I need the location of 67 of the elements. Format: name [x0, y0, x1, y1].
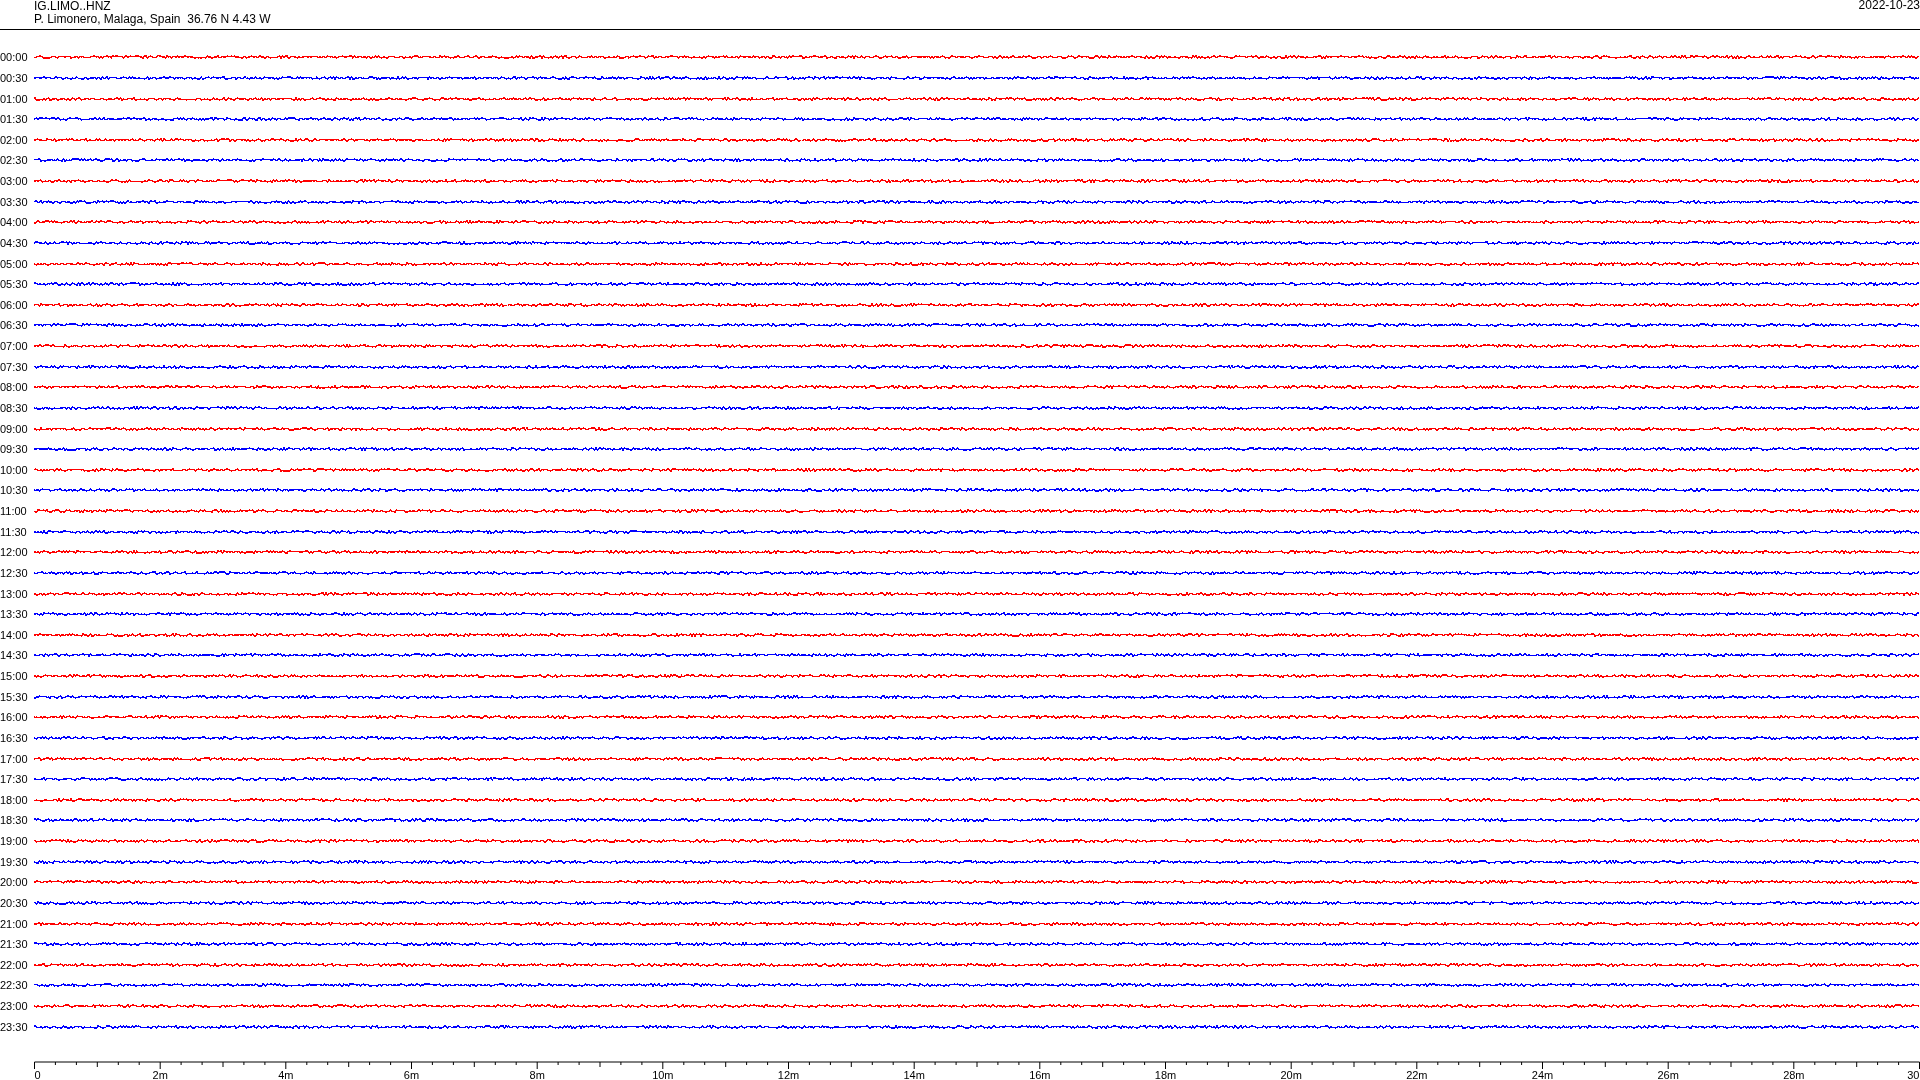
time-label: 01:30 [0, 113, 29, 126]
date-label: 2022-10-23 [1858, 0, 1920, 12]
time-label: 20:30 [0, 896, 29, 909]
time-label: 09:00 [0, 422, 29, 435]
time-label: 08:30 [0, 401, 29, 414]
time-label: 04:30 [0, 236, 29, 249]
time-label: 12:00 [0, 546, 29, 559]
time-label: 07:30 [0, 360, 29, 373]
axis-label: 26m [1657, 1069, 1679, 1080]
axis-label: 18m [1154, 1069, 1177, 1080]
axis-label: 20m [1280, 1069, 1302, 1080]
time-label: 18:30 [0, 814, 29, 827]
time-label: 15:30 [0, 690, 29, 703]
time-label: 16:30 [0, 731, 29, 744]
axis-label: 28m [1783, 1069, 1805, 1080]
time-label: 15:00 [0, 670, 29, 683]
time-label: 04:00 [0, 216, 29, 229]
axis-label: 2m [152, 1069, 168, 1080]
time-label: 23:00 [0, 1000, 29, 1013]
axis-label: 22m [1406, 1069, 1428, 1080]
axis-label: 8m [529, 1069, 545, 1080]
time-label: 05:00 [0, 257, 29, 270]
time-label: 09:30 [0, 443, 29, 456]
time-label: 18:00 [0, 793, 29, 806]
station-location: P. Limonero, Malaga, Spain 36.76 N 4.43 W [34, 13, 271, 26]
time-label: 00:30 [0, 71, 29, 84]
time-label: 02:00 [0, 133, 29, 146]
time-label: 17:00 [0, 752, 29, 765]
axis-label: 4m [278, 1069, 294, 1080]
time-label: 10:00 [0, 463, 29, 476]
time-label: 21:30 [0, 938, 29, 951]
time-label: 17:30 [0, 773, 29, 786]
axis-label: 14m [903, 1069, 925, 1080]
time-label: 06:30 [0, 319, 29, 332]
axis-label: 0 [34, 1069, 41, 1080]
axis-label: 12m [777, 1069, 800, 1080]
time-label: 23:30 [0, 1020, 29, 1033]
time-label: 11:00 [0, 505, 28, 518]
axis-label: 30 [1907, 1069, 1920, 1080]
time-label: 22:30 [0, 979, 29, 992]
time-label: 03:00 [0, 175, 29, 188]
time-label: 07:00 [0, 340, 29, 353]
axis-label: 16m [1029, 1069, 1051, 1080]
time-label: 22:00 [0, 958, 29, 971]
time-label: 11:30 [0, 525, 28, 538]
time-label: 01:00 [0, 92, 29, 105]
time-label: 10:30 [0, 484, 29, 497]
time-label: 02:30 [0, 154, 29, 167]
time-label: 05:30 [0, 278, 29, 291]
time-label: 12:30 [0, 566, 29, 579]
time-label: 19:00 [0, 835, 29, 848]
time-label: 06:00 [0, 298, 29, 311]
time-label: 16:00 [0, 711, 29, 724]
axis-label: 6m [403, 1069, 420, 1080]
time-label: 14:30 [0, 649, 29, 662]
time-label: 13:30 [0, 608, 29, 621]
time-label: 20:00 [0, 876, 29, 889]
time-label: 19:30 [0, 855, 29, 868]
station-code: IG.LIMO..HNZ [34, 0, 111, 13]
time-label: 00:00 [0, 51, 29, 64]
time-label: 03:30 [0, 195, 29, 208]
axis-label: 24m [1531, 1069, 1554, 1080]
time-label: 08:00 [0, 381, 29, 394]
time-label: 14:00 [0, 628, 29, 641]
time-label: 21:00 [0, 917, 29, 930]
time-label: 13:00 [0, 587, 29, 600]
axis-label: 10m [652, 1069, 674, 1080]
